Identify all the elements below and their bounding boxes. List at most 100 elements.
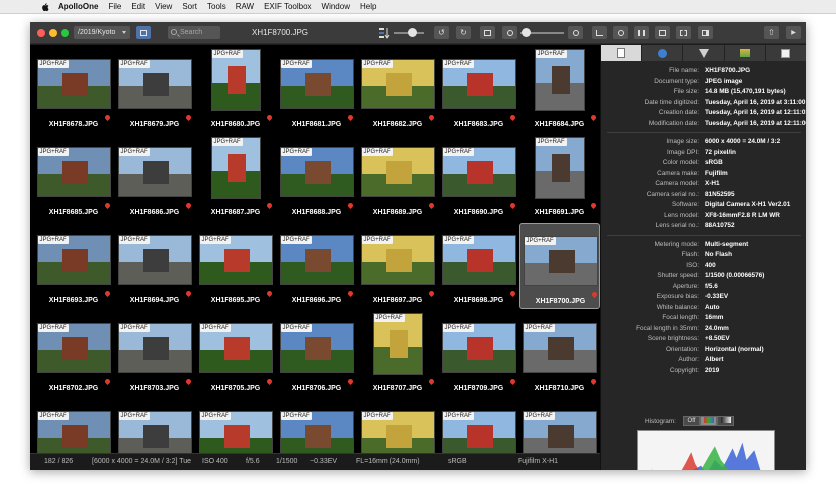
thumbnail-cell[interactable]: JPG+RAF XH1F8710.JPG (519, 311, 600, 397)
exif-key: File size: (673, 88, 699, 95)
menu-tools[interactable]: Tools (207, 2, 226, 11)
thumbnail-cell[interactable]: JPG+RAF (33, 399, 114, 453)
menu-exif-toolbox[interactable]: EXIF Toolbox (264, 2, 311, 11)
thumbnail-cell[interactable]: JPG+RAF XH1F8681.JPG (276, 47, 357, 133)
close-window-button[interactable] (37, 29, 45, 37)
slideshow-button[interactable] (655, 26, 670, 39)
thumbnail-image (372, 313, 423, 375)
thumbnail-cell[interactable]: JPG+RAF XH1F8688.JPG (276, 135, 357, 221)
panel-icon (702, 29, 709, 36)
thumbnail-cell[interactable]: JPG+RAF XH1F8689.JPG (357, 135, 438, 221)
thumbnail-cell[interactable]: JPG+RAF (276, 399, 357, 453)
tab-info[interactable] (601, 45, 643, 61)
exif-row: Image DPI: 72 pixel/in (601, 148, 806, 158)
thumbnail-subject (551, 154, 570, 182)
thumbnail-cell[interactable]: JPG+RAF XH1F8700.JPG (519, 223, 600, 309)
tab-location[interactable] (642, 45, 684, 61)
exif-value: 2019 (705, 366, 720, 374)
thumbnail-cell[interactable]: JPG+RAF XH1F8702.JPG (33, 311, 114, 397)
adjust-button[interactable] (613, 26, 628, 39)
thumbnail-filename: XH1F8687.JPG (210, 209, 261, 216)
thumbnail-cell[interactable]: JPG+RAF XH1F8696.JPG (276, 223, 357, 309)
zoom-slider[interactable] (522, 28, 531, 37)
menu-app[interactable]: ApolloOne (58, 2, 98, 11)
tab-notes[interactable] (766, 45, 806, 61)
exif-key: Document type: (654, 77, 699, 85)
thumb-size-slider[interactable] (408, 28, 417, 37)
exif-row: Document type: JPEG image (601, 77, 806, 87)
compare-button[interactable] (634, 26, 649, 39)
thumbnail-cell[interactable]: JPG+RAF XH1F8690.JPG (438, 135, 519, 221)
thumbnail-cell[interactable]: JPG+RAF XH1F8703.JPG (114, 311, 195, 397)
location-pin-icon (427, 289, 436, 298)
thumbnail-cell[interactable]: JPG+RAF XH1F8695.JPG (195, 223, 276, 309)
thumbnail-cell[interactable]: JPG+RAF XH1F8691.JPG (519, 135, 600, 221)
zoom-window-button[interactable] (61, 29, 69, 37)
share-button[interactable]: ⇧ (764, 26, 779, 39)
histogram-lum-button[interactable] (717, 416, 734, 426)
histogram-off-button[interactable]: Off (683, 416, 700, 426)
status-shutter: 1/1500 (276, 458, 298, 465)
thumbnail-cell[interactable]: JPG+RAF (195, 399, 276, 453)
thumbnail-cell[interactable]: JPG+RAF XH1F8679.JPG (114, 47, 195, 133)
info-icon (617, 48, 626, 58)
thumbnail-cell[interactable]: JPG+RAF XH1F8706.JPG (276, 311, 357, 397)
thumbnail-grid[interactable]: JPG+RAF XH1F8678.JPG JPG+RAF XH1F8679.JPG JP… (30, 45, 600, 453)
menu-view[interactable]: View (155, 2, 172, 11)
thumbnail-cell[interactable]: JPG+RAF XH1F8705.JPG (195, 311, 276, 397)
thumbnail-cell[interactable]: JPG+RAF XH1F8707.JPG (357, 311, 438, 397)
view-mode-button[interactable] (136, 26, 151, 39)
zoom-out-button[interactable] (502, 26, 517, 39)
search-input[interactable]: Search (168, 26, 220, 39)
thumbnail-cell[interactable]: JPG+RAF (519, 399, 600, 453)
thumbnail-cell[interactable]: JPG+RAF XH1F8687.JPG (195, 135, 276, 221)
thumbnail-subject (61, 337, 88, 360)
menu-window[interactable]: Window (322, 2, 350, 11)
thumbnail-cell[interactable]: JPG+RAF XH1F8682.JPG (357, 47, 438, 133)
histogram-rgb-button[interactable] (700, 416, 717, 426)
file-type-badge: JPG+RAF (523, 412, 555, 420)
thumbnail-cell[interactable]: JPG+RAF XH1F8694.JPG (114, 223, 195, 309)
thumbnail-cell[interactable]: JPG+RAF XH1F8698.JPG (438, 223, 519, 309)
menu-file[interactable]: File (108, 2, 121, 11)
histogram-label: Histogram: (645, 418, 676, 425)
histogram (637, 430, 775, 470)
crop-button[interactable] (592, 26, 607, 39)
fit-window-icon (484, 29, 491, 36)
menu-help[interactable]: Help (360, 2, 376, 11)
thumbnail-cell[interactable]: JPG+RAF (438, 399, 519, 453)
menu-edit[interactable]: Edit (131, 2, 145, 11)
thumbnail-cell[interactable]: JPG+RAF XH1F8685.JPG (33, 135, 114, 221)
exif-row: Copyright: 2019 (601, 366, 806, 376)
apple-icon[interactable] (40, 2, 50, 12)
rotate-left-button[interactable]: ↺ (434, 26, 449, 39)
thumbnail-cell[interactable]: JPG+RAF XH1F8686.JPG (114, 135, 195, 221)
thumbnail-cell[interactable]: JPG+RAF XH1F8709.JPG (438, 311, 519, 397)
zoom-in-button[interactable] (568, 26, 583, 39)
thumbnail-subject (142, 249, 169, 272)
menu-sort[interactable]: Sort (182, 2, 197, 11)
thumbnail-cell[interactable]: JPG+RAF (114, 399, 195, 453)
histogram-off-label: Off (687, 418, 696, 424)
tab-gallery[interactable] (725, 45, 766, 61)
file-type-badge: JPG+RAF (280, 148, 312, 156)
thumbnail-cell[interactable]: JPG+RAF XH1F8683.JPG (438, 47, 519, 133)
fullscreen-icon (680, 29, 687, 36)
thumbnail-subject (466, 337, 493, 360)
minimize-window-button[interactable] (49, 29, 57, 37)
menu-raw[interactable]: RAW (236, 2, 254, 11)
thumbnail-cell[interactable]: JPG+RAF XH1F8678.JPG (33, 47, 114, 133)
thumbnail-cell[interactable]: JPG+RAF XH1F8680.JPG (195, 47, 276, 133)
exif-row: Date time digitized: Tuesday, April 16, 2… (601, 98, 806, 108)
fit-window-button[interactable] (480, 26, 495, 39)
rotate-right-button[interactable]: ↻ (456, 26, 471, 39)
thumbnail-cell[interactable]: JPG+RAF XH1F8684.JPG (519, 47, 600, 133)
fullscreen-button[interactable] (676, 26, 691, 39)
open-in-button[interactable]: ▶ (786, 26, 801, 39)
thumbnail-cell[interactable]: JPG+RAF (357, 399, 438, 453)
thumbnail-cell[interactable]: JPG+RAF XH1F8693.JPG (33, 223, 114, 309)
thumbnail-cell[interactable]: JPG+RAF XH1F8697.JPG (357, 223, 438, 309)
tab-filter[interactable] (683, 45, 725, 61)
sort-order-icon[interactable] (378, 26, 390, 40)
info-panel-button[interactable] (698, 26, 713, 39)
